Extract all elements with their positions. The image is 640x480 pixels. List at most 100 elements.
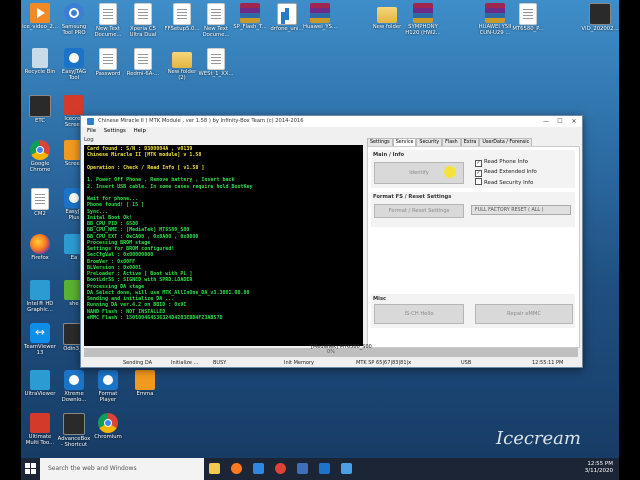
chip-version-label: [MediaTek] MT6580_S00 [311, 344, 372, 350]
is-ch-hello-button[interactable]: IS-CH Hello [374, 304, 464, 324]
cursor-highlight [444, 166, 456, 178]
desktop-icon[interactable]: Password [89, 48, 127, 77]
desktop-icon[interactable]: New Text Docume... [197, 3, 235, 38]
desktop-icon[interactable]: AdvanceBox - Shortcut [55, 413, 93, 448]
desktop-icon[interactable]: Xtreme Downlo... [55, 370, 93, 403]
desktop-icon[interactable]: Chromium [89, 413, 127, 440]
reset-mode-select[interactable]: FULL FACTORY RESET ( ALL ) [471, 205, 571, 215]
clock-time: 12:55 PM [587, 461, 613, 467]
menu-file[interactable]: File [87, 128, 96, 134]
menu-bar: File Settings Help [81, 127, 582, 136]
recycle-bin-icon [32, 48, 48, 68]
service-panel: Main / Info Identify ✓ Read Phone Info ✓ R… [367, 146, 580, 348]
doc-icon [134, 48, 152, 70]
system-clock[interactable]: 12:55 PM 3/11/2020 [585, 461, 613, 475]
menu-help[interactable]: Help [134, 128, 146, 134]
desktop-icon[interactable]: CM2 [21, 188, 59, 217]
desktop-icon[interactable]: MT6580_P... [509, 3, 547, 32]
desktop-icon[interactable]: SP_Flash_T... [231, 3, 269, 30]
desktop-icon-label: Xperia C5 Ultra Dual [129, 26, 157, 39]
desktop-icon[interactable]: Ultimate Multi Too... [21, 413, 59, 446]
folder-icon [377, 7, 397, 23]
desktop-icon-label: Xtreme Downlo... [61, 391, 87, 404]
windows-start-icon[interactable] [25, 463, 37, 475]
icecream-icon [64, 95, 84, 115]
desktop-icon[interactable]: TeamViewer 13 [21, 323, 59, 356]
icecream-taskbar-icon[interactable] [341, 463, 352, 474]
menu-settings[interactable]: Settings [104, 128, 126, 134]
misc-group: Misc IS-CH Hello Repair eMMC [371, 294, 575, 328]
window-title: Chinese Miracle II ( MTK Module , ver 1.… [98, 118, 304, 124]
log-line: eMMC Flash : 150100464536324D4203EBD4F23… [87, 314, 223, 321]
emma-icon [135, 370, 155, 390]
minimize-button[interactable]: — [539, 116, 553, 127]
xtreme-icon [64, 370, 84, 390]
title-bar[interactable]: Chinese Miracle II ( MTK Module , ver 1.… [81, 116, 582, 127]
desktop-icon[interactable]: Format Player [89, 370, 127, 403]
read-security-info-checkbox[interactable]: Read Security Info [475, 178, 533, 187]
read-phone-info-checkbox[interactable]: ✓ Read Phone Info [475, 158, 528, 167]
read-phone-info-label: Read Phone Info [484, 159, 528, 165]
desktop-icon[interactable]: UltraViewer [21, 370, 59, 397]
desktop-icon-label: New folder [372, 24, 402, 30]
desktop-icon-label: Password [95, 71, 121, 77]
format-title: Format FS / Reset Settings [373, 194, 452, 200]
desktop-icon[interactable]: Intel® HD Graphic... [21, 280, 59, 313]
desktop-icon-label: Google Chrome [29, 161, 51, 174]
desktop-icon[interactable]: Recycle Bin [21, 48, 59, 75]
desktop-icon[interactable]: Huawei_YS... [301, 3, 339, 30]
desktop-icon[interactable]: VID_202002... [581, 3, 619, 32]
log-console[interactable]: Card found : S/N : D300004A , v0139 Chine… [84, 145, 363, 346]
taskbar-search-box[interactable]: Search the web and Windows [40, 458, 204, 480]
icecream-watermark: Icecream [496, 428, 581, 449]
desktop-icon[interactable]: WESt_1_XX... [197, 48, 235, 77]
status-busy: BUSY [213, 360, 227, 366]
desktop-icon[interactable]: FFSetup5.0... [163, 3, 201, 32]
desktop-icon[interactable]: EasyJTAG Tool [55, 48, 93, 81]
read-extended-info-checkbox[interactable]: ✓ Read Extended Info [475, 168, 537, 177]
chrome-icon [30, 140, 50, 160]
desktop-icon[interactable]: Xperia C5 Ultra Dual [124, 3, 162, 38]
desktop-icon[interactable]: New folder (2) [163, 48, 201, 81]
desktop-icon-label: FFSetup5.0... [164, 26, 200, 32]
desktop-icon[interactable]: ETC [21, 95, 59, 124]
store-icon[interactable] [297, 463, 308, 474]
ultraviewer-icon [30, 370, 50, 390]
repair-emmc-button[interactable]: Repair eMMC [475, 304, 573, 324]
doc-icon [134, 3, 152, 25]
firefox-taskbar-icon[interactable] [231, 463, 242, 474]
desktop-icon-label: Firefox [31, 255, 49, 261]
desktop-icon[interactable]: Redmi-6A-... [124, 48, 162, 77]
desktop-icon-label: Chromium [94, 434, 122, 440]
desktop-icon[interactable]: Samsung Tool PRO [55, 3, 93, 36]
video-icon [30, 3, 50, 23]
desktop-icon[interactable]: Emma [126, 370, 164, 397]
rar-icon [310, 3, 330, 23]
close-button[interactable]: ✕ [567, 116, 581, 127]
file-explorer-icon[interactable] [209, 463, 220, 474]
desktop-icon[interactable]: ice_video_2... [21, 3, 59, 30]
edge-icon[interactable] [253, 463, 264, 474]
desktop-icon-label: Ultimate Multi Too... [25, 434, 55, 447]
maximize-button[interactable]: ☐ [553, 116, 567, 127]
doc-icon [173, 3, 191, 25]
desktop-icon-label: Recycle Bin [24, 69, 56, 75]
firefox-icon [30, 234, 50, 254]
chrome-taskbar-icon[interactable] [275, 463, 286, 474]
clock-date: 3/11/2020 [584, 468, 613, 474]
desktop-icon-label: SP_Flash_T... [233, 24, 267, 30]
teamviewer-icon [30, 323, 50, 343]
desktop-icon[interactable]: New Text Docume... [89, 3, 127, 38]
desktop-icon[interactable]: Google Chrome [21, 140, 59, 173]
text-doc-icon [207, 3, 225, 25]
format-reset-button[interactable]: Format / Reset Settings [374, 204, 464, 218]
miracle-taskbar-icon[interactable] [319, 463, 330, 474]
desktop-icon-label: CM2 [34, 211, 46, 217]
rar-icon [413, 3, 433, 23]
status-da: Sending DA [123, 360, 153, 366]
desktop-icon[interactable]: SYMPHONY H120 (HW2... [404, 3, 442, 36]
samsung-tool-icon [64, 3, 84, 23]
desktop-icon[interactable]: Firefox [21, 234, 59, 261]
read-security-info-label: Read Security Info [484, 180, 534, 186]
desktop-icon[interactable]: New folder [368, 3, 406, 30]
